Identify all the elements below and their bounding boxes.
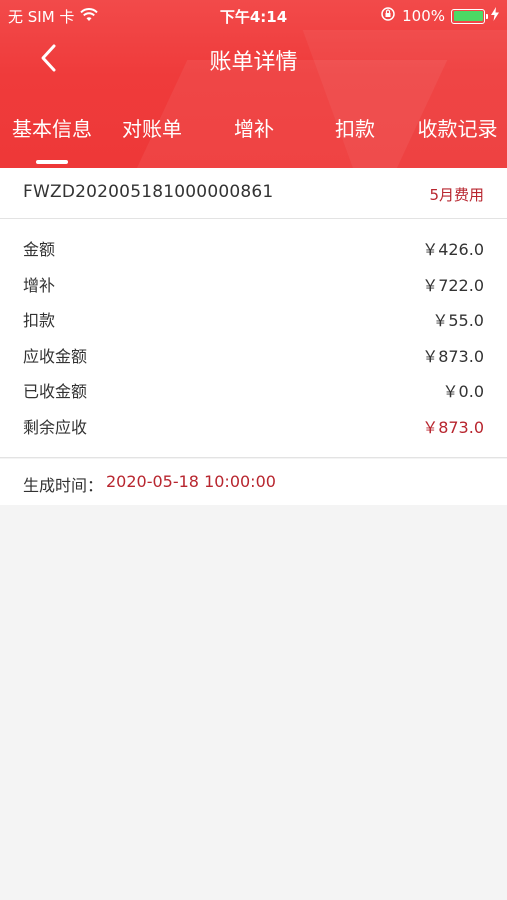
amount-value: ￥0.0 [442, 382, 484, 401]
amount-value-remaining: ￥873.0 [422, 418, 484, 437]
amount-label: 扣款 [23, 311, 56, 330]
amount-value: ￥426.0 [422, 240, 484, 259]
tab-basic-info[interactable]: 基本信息 [0, 100, 104, 158]
tab-payment-records[interactable]: 收款记录 [408, 100, 507, 158]
bill-period-tag: 5月费用 [429, 186, 484, 204]
nav-bar: 账单详情 [0, 32, 507, 84]
generated-time-label: 生成时间： [23, 476, 104, 495]
bill-number: FWZD202005181000000861 [23, 182, 274, 202]
amount-label: 剩余应收 [23, 418, 88, 437]
orientation-lock-icon [380, 6, 396, 26]
battery-percent: 100% [402, 7, 445, 25]
charging-bolt-icon [491, 7, 499, 25]
amount-value: ￥873.0 [422, 347, 484, 366]
amount-row: 增补 ￥722.0 [0, 264, 507, 300]
amounts-list: 金额 ￥426.0 增补 ￥722.0 扣款 ￥55.0 应收金额 ￥873.0… [0, 219, 507, 458]
amount-label: 已收金额 [23, 382, 88, 401]
status-bar: 无 SIM 卡 下午4:14 100% [0, 0, 507, 30]
page-title: 账单详情 [209, 50, 298, 75]
amount-value: ￥722.0 [422, 276, 484, 295]
amount-row: 扣款 ￥55.0 [0, 299, 507, 335]
generated-time-row: 生成时间： 2020-05-18 10:00:00 [0, 459, 507, 505]
tab-supplement[interactable]: 增补 [204, 100, 304, 158]
battery-icon [451, 8, 488, 24]
status-right: 100% [380, 6, 499, 26]
amount-row: 已收金额 ￥0.0 [0, 370, 507, 406]
active-tab-indicator [36, 160, 68, 164]
amount-label: 金额 [23, 240, 56, 259]
bill-header: FWZD202005181000000861 5月费用 [0, 168, 507, 219]
amount-row: 金额 ￥426.0 [0, 228, 507, 264]
amount-value: ￥55.0 [432, 311, 484, 330]
amount-label: 应收金额 [23, 347, 88, 366]
amount-row: 剩余应收 ￥873.0 [0, 406, 507, 442]
amount-label: 增补 [23, 276, 56, 295]
battery-fill [453, 11, 483, 21]
tab-statement[interactable]: 对账单 [104, 100, 200, 158]
amount-row: 应收金额 ￥873.0 [0, 335, 507, 371]
generated-time-value: 2020-05-18 10:00:00 [106, 472, 276, 491]
tab-deduction[interactable]: 扣款 [306, 100, 404, 158]
header: 无 SIM 卡 下午4:14 100% 账单详情 基本信息 对账单 增补 扣款 … [0, 0, 507, 168]
tab-bar: 基本信息 对账单 增补 扣款 收款记录 [0, 100, 507, 168]
